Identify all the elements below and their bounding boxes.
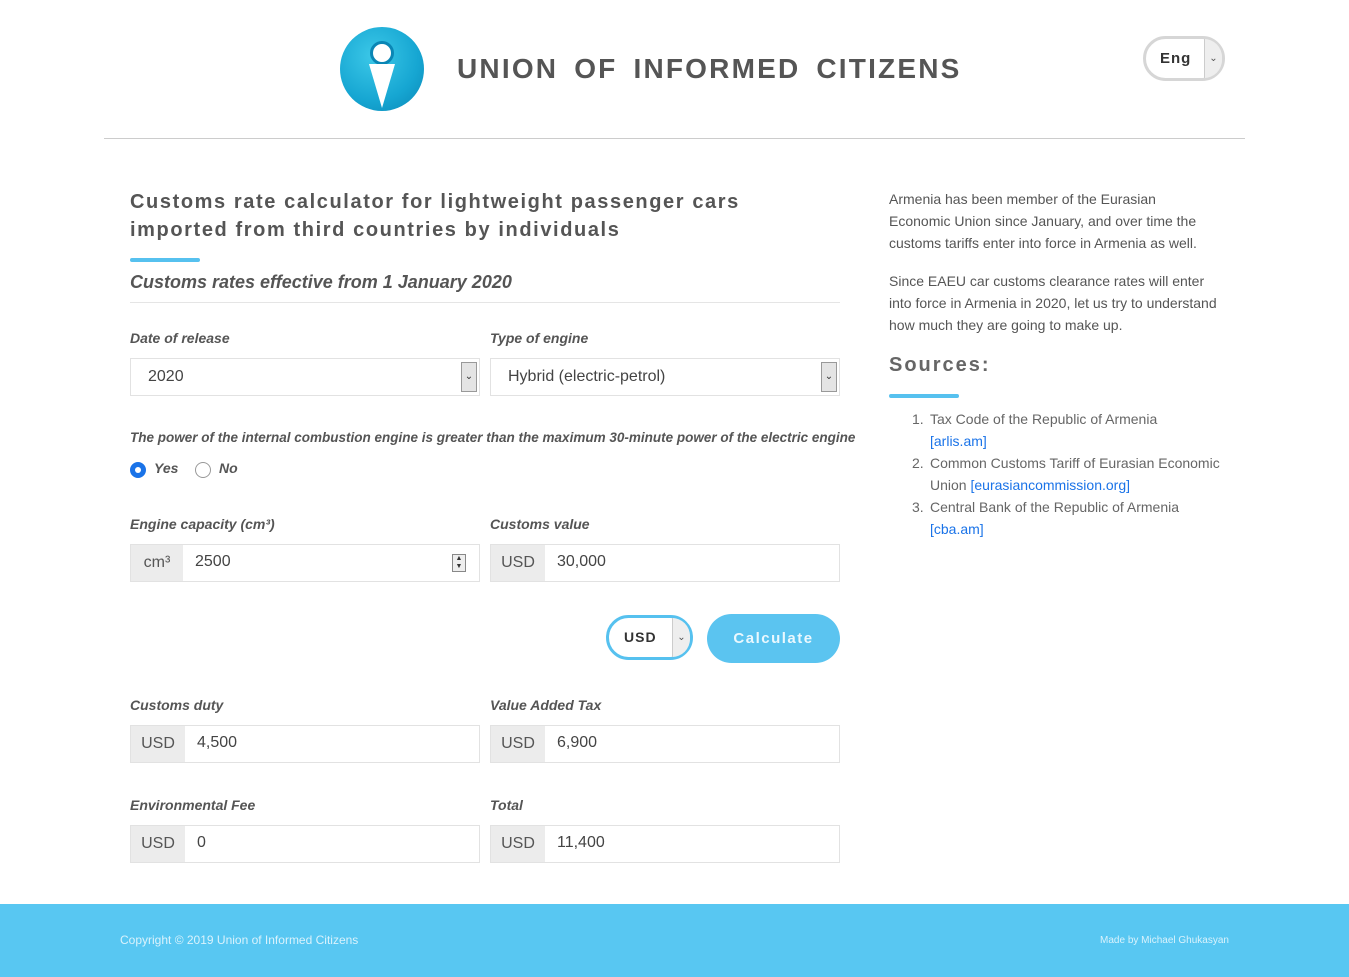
- radio-yes-label[interactable]: Yes: [154, 460, 178, 476]
- site-header: UNION OF INFORMED CITIZENS Eng ⌄: [0, 0, 1349, 139]
- customs-value-label: Customs value: [490, 516, 590, 532]
- page-title: Customs rate calculator for lightweight …: [130, 191, 740, 241]
- source-link-cba[interactable]: [cba.am]: [930, 521, 984, 537]
- title-accent-bar: [130, 258, 200, 262]
- sidebar-intro-paragraph: Armenia has been member of the Eurasian …: [889, 191, 1197, 251]
- engine-capacity-label: Engine capacity (cm³): [130, 516, 275, 532]
- source-number: 3.: [912, 499, 924, 515]
- number-spinner-icon[interactable]: ▲ ▼: [452, 554, 466, 572]
- header-divider: [104, 138, 1245, 139]
- environmental-fee-field: USD 0: [130, 825, 480, 863]
- source-text: Tax Code of the Republic of Armenia: [930, 411, 1158, 427]
- currency-addon: USD: [131, 826, 185, 862]
- vat-label: Value Added Tax: [490, 697, 602, 713]
- currency-addon: USD: [491, 545, 545, 581]
- language-select[interactable]: Eng ⌄: [1143, 36, 1225, 81]
- customs-duty-value: 4,500: [197, 734, 238, 751]
- source-number: 2.: [912, 455, 924, 471]
- source-number: 1.: [912, 411, 924, 427]
- logo-body: [369, 64, 395, 108]
- date-of-release-value: 2020: [148, 368, 184, 385]
- total-field: USD 11,400: [490, 825, 840, 863]
- engine-type-select[interactable]: Hybrid (electric-petrol) ⌄: [490, 358, 840, 396]
- customs-duty-label: Customs duty: [130, 697, 224, 713]
- chevron-down-icon: ⌄: [1204, 39, 1222, 78]
- radio-no[interactable]: [195, 462, 211, 478]
- radio-yes[interactable]: [130, 462, 146, 478]
- footer-copyright: Copyright © 2019 Union of Informed Citiz…: [120, 933, 359, 947]
- total-value: 11,400: [557, 834, 605, 851]
- engine-capacity-input[interactable]: 2500: [195, 553, 231, 571]
- footer-made-by[interactable]: Made by Michael Ghukasyan: [1100, 935, 1229, 946]
- site-title[interactable]: UNION OF INFORMED CITIZENS: [457, 53, 962, 85]
- subtitle-divider: [130, 302, 840, 303]
- source-text-wrapper: Common Customs Tariff of Eurasian Econom…: [930, 452, 1220, 496]
- page-subtitle: Customs rates effective from 1 January 2…: [130, 272, 512, 292]
- engine-capacity-field[interactable]: cm³ 2500 ▲ ▼: [130, 544, 480, 582]
- sources-heading: Sources:: [889, 354, 991, 376]
- calculate-button[interactable]: Calculate: [707, 614, 840, 663]
- environmental-fee-value: 0: [197, 834, 206, 851]
- source-text-wrapper: Tax Code of the Republic of Armenia [arli…: [930, 408, 1220, 452]
- source-link-eurasiancommission[interactable]: [eurasiancommission.org]: [970, 477, 1130, 493]
- logo-icon[interactable]: [340, 27, 424, 111]
- engine-power-question: The power of the internal combustion eng…: [130, 430, 856, 445]
- site-footer: Copyright © 2019 Union of Informed Citiz…: [0, 904, 1349, 977]
- engine-type-value: Hybrid (electric-petrol): [508, 368, 666, 385]
- currency-addon: USD: [491, 726, 545, 762]
- chevron-down-icon: ⌄: [821, 362, 837, 392]
- date-of-release-label: Date of release: [130, 330, 230, 346]
- source-link-arlis[interactable]: [arlis.am]: [930, 433, 987, 449]
- currency-addon: USD: [491, 826, 545, 862]
- source-text-wrapper: Central Bank of the Republic of Armenia […: [930, 496, 1220, 540]
- vat-value: 6,900: [557, 734, 598, 751]
- sidebar-second-paragraph: Since EAEU car customs clearance rates w…: [889, 273, 1217, 333]
- logo-head: [370, 41, 394, 65]
- currency-select-value: USD: [624, 629, 657, 645]
- customs-duty-field: USD 4,500: [130, 725, 480, 763]
- chevron-down-icon: ⌄: [461, 362, 477, 392]
- total-label: Total: [490, 797, 523, 813]
- radio-no-label[interactable]: No: [219, 460, 238, 476]
- engine-type-label: Type of engine: [490, 330, 589, 346]
- capacity-unit: cm³: [131, 545, 183, 581]
- date-of-release-select[interactable]: 2020 ⌄: [130, 358, 480, 396]
- chevron-down-icon: ⌄: [672, 618, 690, 657]
- currency-select[interactable]: USD ⌄: [606, 615, 693, 660]
- environmental-fee-label: Environmental Fee: [130, 797, 256, 813]
- sources-accent-bar: [889, 394, 959, 398]
- source-text: Central Bank of the Republic of Armenia: [930, 499, 1180, 515]
- vat-field: USD 6,900: [490, 725, 840, 763]
- customs-value-field[interactable]: USD 30,000: [490, 544, 840, 582]
- language-value: Eng: [1160, 50, 1192, 67]
- currency-addon: USD: [131, 726, 185, 762]
- customs-value-input[interactable]: 30,000: [557, 553, 606, 571]
